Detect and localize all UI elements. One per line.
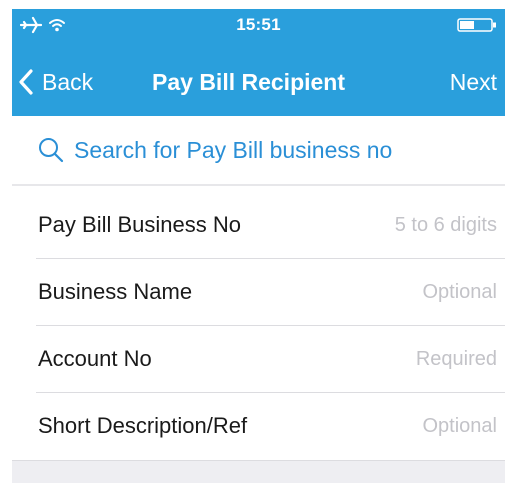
form-row-business-name[interactable]: Business Name <box>12 259 505 325</box>
divider <box>12 184 505 186</box>
account-no-input[interactable] <box>277 347 497 371</box>
chevron-left-icon <box>19 69 33 95</box>
short-description-label: Short Description/Ref <box>38 413 248 438</box>
account-no-label: Account No <box>38 346 152 371</box>
status-time: 15:51 <box>236 15 281 34</box>
search-icon <box>39 138 64 163</box>
back-label: Back <box>42 68 94 95</box>
nav-bar: Back Pay Bill Recipient Next <box>12 59 505 105</box>
business-no-input[interactable] <box>277 213 497 237</box>
business-no-label: Pay Bill Business No <box>38 212 241 237</box>
battery-icon <box>457 18 496 32</box>
top-bar: 15:51 Back Pay Bill Recipient Next <box>12 9 505 116</box>
business-name-input[interactable] <box>277 280 497 304</box>
next-button[interactable]: Next <box>450 69 497 96</box>
form-row-business-no[interactable]: Pay Bill Business No <box>12 192 505 258</box>
short-description-input[interactable] <box>277 414 497 438</box>
screen: 15:51 Back Pay Bill Recipient Next Searc… <box>0 0 505 483</box>
search-bar[interactable]: Search for Pay Bill business no <box>12 116 505 184</box>
page-title: Pay Bill Recipient <box>152 69 346 95</box>
form-row-account-no[interactable]: Account No <box>12 326 505 392</box>
business-name-label: Business Name <box>38 279 193 304</box>
back-button[interactable]: Back <box>18 65 93 99</box>
footer-background <box>12 460 505 483</box>
search-placeholder: Search for Pay Bill business no <box>74 136 393 163</box>
form-row-short-description[interactable]: Short Description/Ref <box>12 393 505 459</box>
status-bar: 15:51 <box>12 9 505 41</box>
